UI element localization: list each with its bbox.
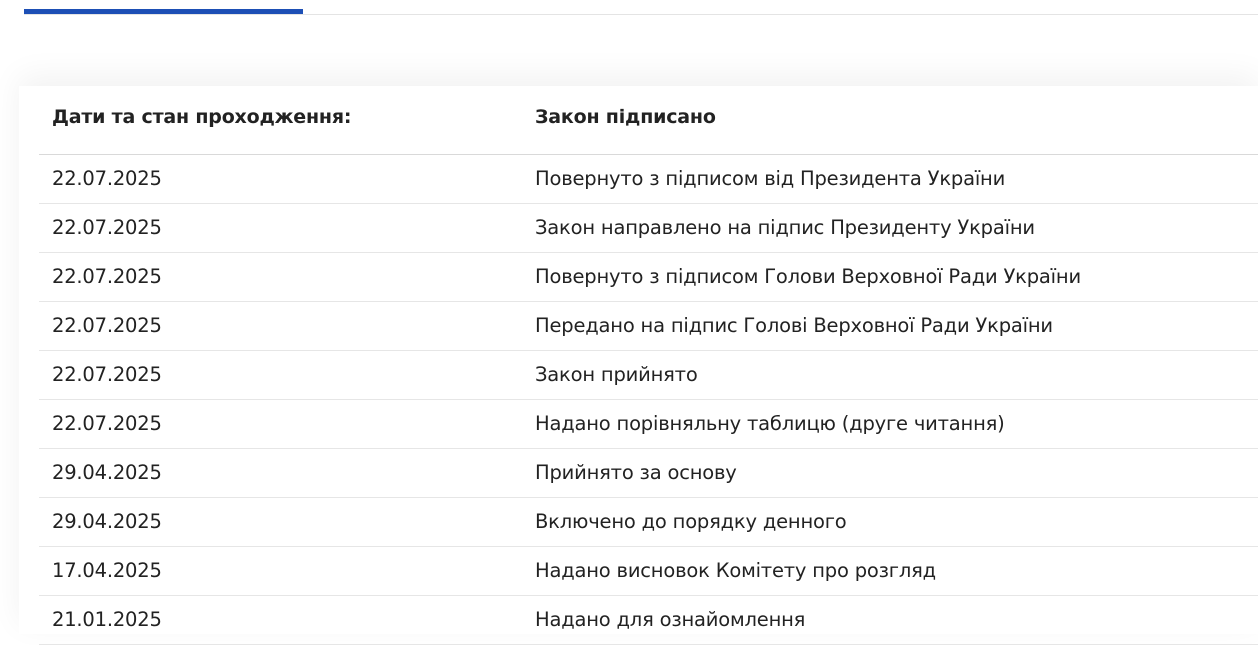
row-event: Закон прийнято — [535, 363, 698, 386]
status-history-table: Дати та стан проходження: Закон підписан… — [39, 86, 1258, 645]
tab-bar-divider — [24, 14, 1258, 15]
row-event: Передано на підпис Голові Верховної Ради… — [535, 314, 1053, 337]
row-event: Включено до порядку денного — [535, 510, 847, 533]
table-row: 22.07.2025 Передано на підпис Голові Вер… — [39, 302, 1258, 351]
row-event: Надано висновок Комітету про розгляд — [535, 559, 936, 582]
row-event: Закон направлено на підпис Президенту Ук… — [535, 216, 1035, 239]
row-event: Надано порівняльну таблицю (друге читанн… — [535, 412, 1005, 435]
table-row: 21.01.2025 Надано для ознайомлення — [39, 596, 1258, 645]
dates-status-label: Дати та стан проходження: — [52, 106, 352, 128]
active-tab-indicator[interactable] — [24, 9, 303, 14]
row-date: 29.04.2025 — [52, 510, 162, 533]
row-date: 22.07.2025 — [52, 216, 162, 239]
row-date: 22.07.2025 — [52, 314, 162, 337]
row-date: 17.04.2025 — [52, 559, 162, 582]
bill-status-card: Дати та стан проходження: Закон підписан… — [19, 86, 1258, 645]
table-row: 22.07.2025 Надано порівняльну таблицю (д… — [39, 400, 1258, 449]
row-event: Прийнято за основу — [535, 461, 737, 484]
table-row: 17.04.2025 Надано висновок Комітету про … — [39, 547, 1258, 596]
row-event: Повернуто з підписом Голови Верховної Ра… — [535, 265, 1081, 288]
table-row: 29.04.2025 Включено до порядку денного — [39, 498, 1258, 547]
tab-bar — [24, 0, 1258, 16]
row-event: Надано для ознайомлення — [535, 608, 806, 631]
row-date: 22.07.2025 — [52, 363, 162, 386]
table-row: 22.07.2025 Повернуто з підписом від През… — [39, 155, 1258, 204]
row-date: 29.04.2025 — [52, 461, 162, 484]
table-row: 22.07.2025 Закон прийнято — [39, 351, 1258, 400]
row-date: 22.07.2025 — [52, 167, 162, 190]
row-date: 22.07.2025 — [52, 265, 162, 288]
table-header: Дати та стан проходження: Закон підписан… — [39, 86, 1258, 155]
table-row: 22.07.2025 Повернуто з підписом Голови В… — [39, 253, 1258, 302]
row-date: 22.07.2025 — [52, 412, 162, 435]
row-date: 21.01.2025 — [52, 608, 162, 631]
table-row: 22.07.2025 Закон направлено на підпис Пр… — [39, 204, 1258, 253]
row-event: Повернуто з підписом від Президента Укра… — [535, 167, 1006, 190]
table-row: 29.04.2025 Прийнято за основу — [39, 449, 1258, 498]
current-status-value: Закон підписано — [535, 106, 716, 128]
